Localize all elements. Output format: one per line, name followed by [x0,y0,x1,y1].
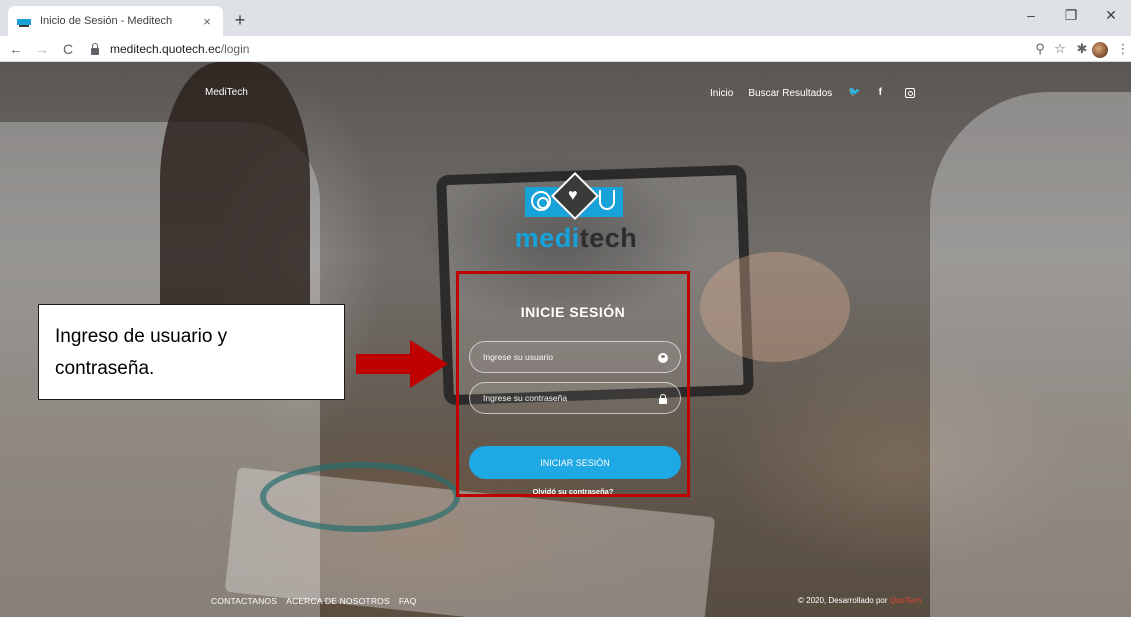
password-field[interactable] [469,382,681,414]
username-field[interactable] [469,341,681,373]
url-text[interactable]: meditech.quotech.ec/login [110,42,249,56]
tab-title: Inicio de Sesión - Meditech [40,15,173,27]
annotation-arrow-icon [356,354,412,374]
annotation-callout: Ingreso de usuario y contraseña. [38,304,345,400]
logo-tech: tech [579,223,638,253]
minimize-button[interactable]: – [1011,0,1051,30]
site-brand-link[interactable]: MediTech [205,87,248,98]
annotation-arrow-head [410,340,448,388]
meditech-favicon-icon [16,15,32,27]
reload-button[interactable]: C [58,39,78,59]
nav-link-inicio[interactable]: Inicio [710,88,733,99]
logo-target-icon [531,191,551,211]
forgot-password-link[interactable]: Olvidó su contraseña? [459,487,687,496]
lock-icon[interactable] [88,42,102,56]
user-icon [658,353,668,363]
footer-link-contactanos[interactable]: CONTACTANOS [211,596,277,606]
twitter-icon[interactable]: 🐦 [847,87,861,99]
bookmark-star-icon[interactable]: ☆ [1050,39,1070,59]
maximize-button[interactable]: ❐ [1051,0,1091,30]
login-button[interactable]: INICIAR SESIÓN [469,446,681,479]
meditech-logo: ♥ meditech [511,171,641,262]
footer-nav: CONTACTANOS ACERCA DE NOSOTROS FAQ [211,596,425,606]
browser-menu-icon[interactable]: ⋮ [1113,39,1131,59]
zoom-icon[interactable]: ⚲ [1030,39,1050,59]
facebook-icon[interactable]: f [873,87,887,99]
logo-medi: medi [514,223,580,253]
copyright-text: © 2020, Desarrollado por QuoTech [798,596,922,605]
nav-link-buscar-resultados[interactable]: Buscar Resultados [748,88,832,99]
back-button[interactable]: ← [6,39,26,59]
forward-button[interactable]: → [32,39,52,59]
password-input[interactable] [470,383,680,413]
login-title: INICIE SESIÓN [520,304,626,320]
footer-link-faq[interactable]: FAQ [399,596,417,606]
profile-avatar[interactable] [1092,42,1108,58]
page-viewport: MediTech Inicio Buscar Resultados 🐦 f ♥ … [0,62,1131,617]
new-tab-button[interactable]: + [228,10,252,32]
browser-tab[interactable]: Inicio de Sesión - Meditech × [8,6,223,36]
url-domain: meditech.quotech.ec [110,42,221,56]
login-panel: INICIE SESIÓN INICIAR SESIÓN Olvidó su c… [456,271,690,497]
copyright-brand-link[interactable]: QuoTech [890,596,922,605]
extensions-icon[interactable]: ✱ [1072,39,1092,59]
footer-link-acerca[interactable]: ACERCA DE NOSOTROS [286,596,390,606]
stethoscope-icon [599,190,615,210]
browser-toolbar: ← → C meditech.quotech.ec/login ⚲ ☆ ✱ ⋮ [0,36,1131,62]
copyright-prefix: © 2020, Desarrollado por [798,596,890,605]
address-bar[interactable]: meditech.quotech.ec/login [88,39,1018,59]
site-nav: Inicio Buscar Resultados 🐦 f [710,87,916,99]
instagram-icon[interactable] [905,88,916,98]
browser-tabstrip: Inicio de Sesión - Meditech × + – ❐ ✕ [0,0,1131,36]
url-path: /login [220,42,250,56]
lock-icon [658,394,668,404]
heart-icon: ♥ [568,187,578,204]
tab-close-icon[interactable]: × [199,14,215,29]
logo-wordmark: meditech [511,223,641,254]
username-input[interactable] [470,342,680,372]
annotation-line-2: contraseña. [55,358,155,379]
window-controls: – ❐ ✕ [1011,0,1131,30]
close-window-button[interactable]: ✕ [1091,0,1131,30]
annotation-line-1: Ingreso de usuario y [55,326,228,347]
